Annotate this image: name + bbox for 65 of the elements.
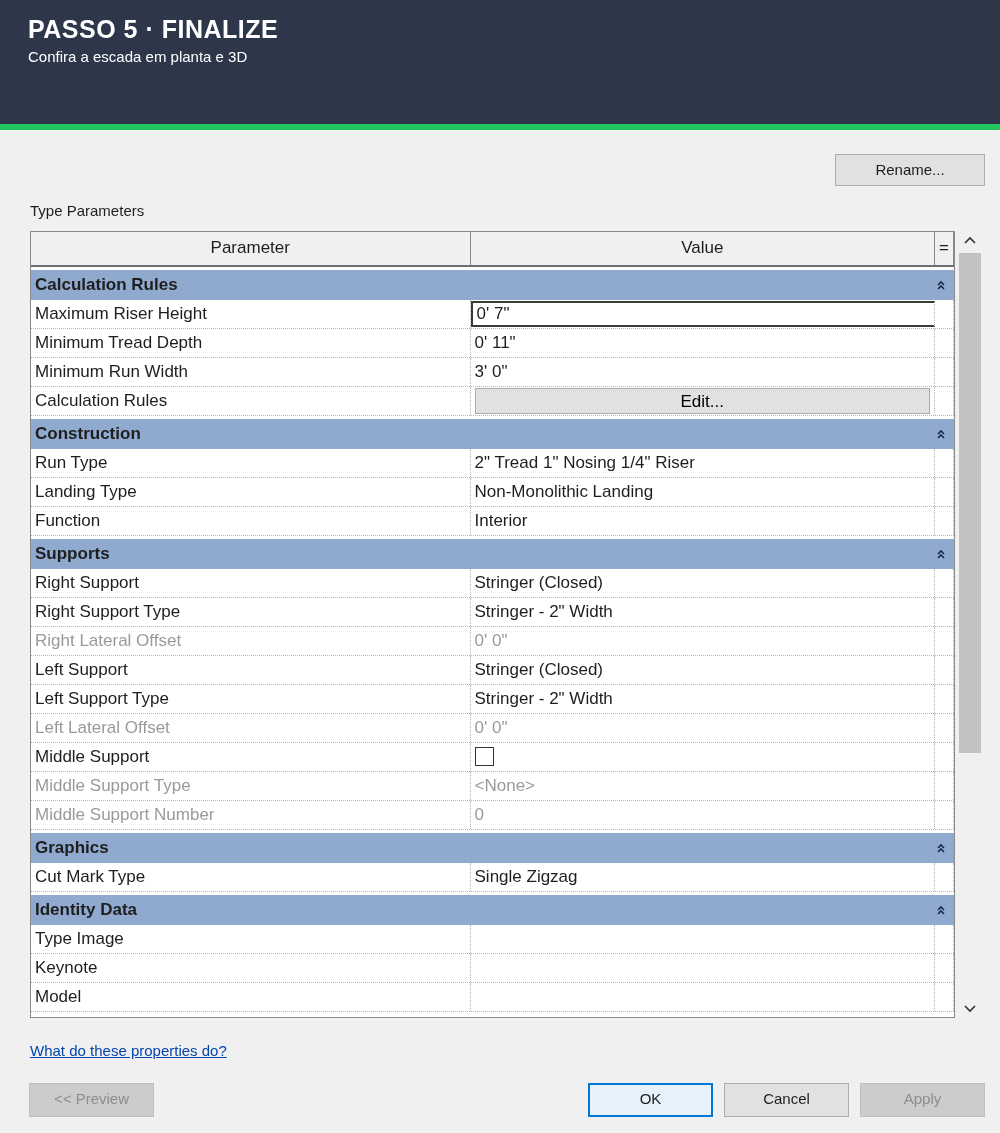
- parameter-name: Minimum Tread Depth: [31, 328, 471, 357]
- collapse-icon[interactable]: [936, 904, 946, 915]
- group-header[interactable]: Construction: [31, 418, 954, 449]
- collapse-icon[interactable]: [936, 548, 946, 559]
- edit-button[interactable]: Edit...: [474, 387, 930, 414]
- checkbox[interactable]: [474, 747, 494, 766]
- collapse-icon[interactable]: [936, 279, 946, 290]
- parameter-name: Type Image: [31, 924, 471, 953]
- section-label: Type Parameters: [30, 201, 146, 221]
- parameter-value: Stringer - 2" Width: [470, 597, 935, 626]
- parameter-name: Minimum Run Width: [31, 357, 471, 386]
- parameter-name: Cut Mark Type: [31, 862, 471, 891]
- parameter-name: Middle Support Number: [31, 800, 471, 829]
- value-input[interactable]: 0' 7": [470, 300, 935, 327]
- parameter-value: 3' 0": [470, 357, 935, 386]
- parameter-value: 0' 0": [470, 713, 935, 742]
- banner-subtitle: Confira a escada em planta e 3D: [28, 47, 249, 67]
- parameter-name: Model: [31, 982, 471, 1011]
- group-header[interactable]: Identity Data: [31, 894, 954, 925]
- column-header: Parameter: [31, 231, 471, 265]
- parameter-value: 0: [470, 800, 935, 829]
- group-header[interactable]: Graphics: [31, 832, 954, 863]
- parameter-name: Left Support: [31, 655, 471, 684]
- parameter-name: Right Lateral Offset: [31, 626, 471, 655]
- parameter-name: Right Support Type: [31, 597, 471, 626]
- column-header: =: [935, 231, 954, 265]
- collapse-icon[interactable]: [936, 428, 946, 439]
- dialog-button[interactable]: OK: [588, 1082, 713, 1117]
- parameter-value: Stringer (Closed): [470, 655, 935, 684]
- dialog-button[interactable]: Cancel: [724, 1082, 849, 1117]
- group-title: Calculation Rules: [35, 273, 178, 296]
- parameter-name: Left Support Type: [31, 684, 471, 713]
- help-link[interactable]: What do these properties do?: [30, 1039, 227, 1062]
- scroll-down-icon[interactable]: [963, 1003, 977, 1014]
- parameter-name: Function: [31, 506, 471, 535]
- group-title: Supports: [35, 542, 110, 565]
- parameter-name: Run Type: [31, 448, 471, 477]
- parameter-value: Non-Monolithic Landing: [470, 477, 935, 506]
- group-header[interactable]: Calculation Rules: [31, 269, 954, 300]
- scroll-up-icon[interactable]: [963, 234, 977, 245]
- parameter-value: Stringer (Closed): [470, 568, 935, 597]
- parameter-name: Keynote: [31, 953, 471, 982]
- rename-button[interactable]: Rename...: [835, 154, 985, 186]
- parameter-value: 0' 11": [470, 328, 935, 357]
- banner-title: PASSO 5 · FINALIZE: [28, 14, 280, 44]
- group-title: Identity Data: [35, 898, 138, 921]
- parameter-name: Calculation Rules: [31, 386, 471, 415]
- parameter-name: Maximum Riser Height: [31, 299, 471, 328]
- parameter-name: Landing Type: [31, 477, 471, 506]
- group-title: Graphics: [35, 836, 109, 859]
- group-title: Construction: [35, 422, 141, 445]
- column-header: Value: [470, 231, 935, 265]
- parameter-value: Single Zigzag: [470, 862, 935, 891]
- parameter-value: 0' 0": [470, 626, 935, 655]
- parameter-name: Left Lateral Offset: [31, 713, 471, 742]
- parameter-name: Right Support: [31, 568, 471, 597]
- parameter-value: Interior: [470, 506, 935, 535]
- parameter-value: Stringer - 2" Width: [470, 684, 935, 713]
- parameter-value: <None>: [470, 771, 935, 800]
- parameter-name: Middle Support: [31, 742, 471, 771]
- scrollbar-thumb[interactable]: [959, 252, 981, 753]
- collapse-icon[interactable]: [936, 842, 946, 853]
- parameter-value: 2" Tread 1" Nosing 1/4" Riser: [470, 448, 935, 477]
- group-header[interactable]: Supports: [31, 538, 954, 569]
- parameter-name: Middle Support Type: [31, 771, 471, 800]
